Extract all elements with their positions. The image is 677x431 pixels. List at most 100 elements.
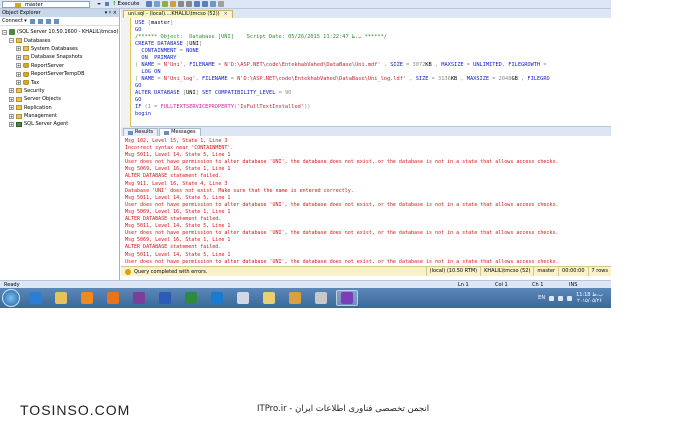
taskbar-button[interactable] <box>154 290 176 306</box>
uncomment-icon[interactable] <box>185 1 192 7</box>
status-ch: Ch 1 <box>532 281 544 288</box>
taskbar-button[interactable] <box>128 290 150 306</box>
comment-icon[interactable] <box>177 1 184 7</box>
tree-item[interactable]: + ReportServer <box>0 62 119 70</box>
code-line: CONTAINMENT = NONE <box>141 48 199 54</box>
message-line: ALTER DATABASE statement failed. <box>125 216 222 223</box>
tree-item-label: Tax <box>31 79 40 86</box>
tree-item[interactable]: − Databases <box>0 36 119 44</box>
code-line: USE [master] <box>135 20 174 26</box>
database-icon <box>23 80 29 86</box>
volume-icon[interactable] <box>558 295 564 301</box>
collapse-icon[interactable]: − <box>9 38 14 44</box>
taskbar-button[interactable] <box>310 290 332 306</box>
database-combo[interactable]: master <box>2 0 90 8</box>
tree-item[interactable]: + Database Snapshots <box>0 53 119 61</box>
pane-controls[interactable]: ▾ ♯ × <box>105 9 117 17</box>
message-line: User does not have permission to alter d… <box>125 230 559 237</box>
expand-icon[interactable]: + <box>9 96 14 102</box>
tree-item[interactable]: + Tax <box>0 78 119 86</box>
code-line: ( NAME = N'Uni_log', FILENAME = N'D:\ASP… <box>135 76 550 82</box>
taskbar-button[interactable] <box>232 290 254 306</box>
folder-icon <box>263 292 275 304</box>
collapse-icon[interactable]: − <box>2 29 7 35</box>
results-file-icon[interactable] <box>169 1 176 7</box>
dropdown-arrow-icon[interactable] <box>96 1 102 7</box>
tree-item-label: ReportServerTempDB <box>31 71 85 78</box>
tree-item[interactable]: + Security <box>0 87 119 95</box>
connect-button[interactable]: Connect ▾ <box>2 18 27 24</box>
message-line: Msg 5069, Level 16, State 1, Line 1 <box>125 166 231 173</box>
document-tab-uni-sql[interactable]: uni.sql - (local)....KHALIL\tmcso (52)) … <box>123 10 233 18</box>
expand-icon[interactable]: + <box>16 63 21 69</box>
taskbar-button[interactable] <box>206 290 228 306</box>
tree-item-label: ReportServer <box>31 62 64 69</box>
code-line: ( NAME = N'Uni', FILENAME = N'D:\ASP.NET… <box>135 62 547 68</box>
tree-item[interactable]: − (SQL Server 10.50.1600 - KHALIL\tmcso) <box>0 28 119 36</box>
network-icon[interactable] <box>549 295 555 301</box>
sql-code-area[interactable]: USE [master] GO/****** Object: Database [… <box>121 18 611 127</box>
outdent-icon[interactable] <box>201 1 208 7</box>
start-button[interactable] <box>2 289 20 307</box>
results-text-icon[interactable] <box>161 1 168 7</box>
taskbar-button[interactable] <box>180 290 202 306</box>
message-line: Msg 5011, Level 14, State 5, Line 1 <box>125 152 231 159</box>
tab-messages[interactable]: Messages <box>159 128 201 136</box>
ie-icon <box>29 292 41 304</box>
filter-icon[interactable] <box>45 18 51 24</box>
warning-icon <box>125 268 131 275</box>
tree-item[interactable]: + Management <box>0 112 119 120</box>
refresh-icon[interactable] <box>53 18 59 24</box>
tree-item[interactable]: + ReportServerTempDB <box>0 70 119 78</box>
taskbar-button[interactable] <box>24 290 46 306</box>
folder-icon <box>16 96 22 102</box>
flag-icon[interactable] <box>567 295 573 301</box>
code-line: GO <box>135 83 142 89</box>
connect-icon[interactable] <box>29 18 35 24</box>
message-line: ALTER DATABASE statement failed. <box>125 173 222 180</box>
parse-icon[interactable] <box>145 1 152 7</box>
tree-item-label: Database Snapshots <box>31 54 83 61</box>
execute-button[interactable]: ! Execute <box>113 1 140 7</box>
results-tab-label: Messages <box>171 129 196 135</box>
expand-icon[interactable]: + <box>9 121 14 127</box>
tree-item[interactable]: + System Databases <box>0 45 119 53</box>
tree-item[interactable]: + Server Objects <box>0 95 119 103</box>
message-line: Msg 102, Level 15, State 1, Line 3 <box>125 138 228 144</box>
tree-item[interactable]: + Replication <box>0 104 119 112</box>
visual-studio-icon <box>341 292 353 304</box>
tools-icon[interactable] <box>217 1 224 7</box>
taskbar-button[interactable] <box>102 290 124 306</box>
debug-icon[interactable] <box>104 1 110 7</box>
close-tab-icon[interactable]: × <box>224 11 228 18</box>
status-bar: Ready Ln 1 Col 1 Ch 1 INS <box>0 280 611 288</box>
expand-icon[interactable]: + <box>9 88 14 94</box>
language-indicator[interactable]: EN <box>538 295 545 301</box>
clock[interactable]: 11:18 ب.ظ ۲۰۱۵/۰۵/۲۶ <box>576 292 603 304</box>
disconnect-icon[interactable] <box>37 18 43 24</box>
taskbar-button[interactable] <box>258 290 280 306</box>
taskbar-button[interactable] <box>50 290 72 306</box>
expand-icon[interactable]: + <box>9 105 14 111</box>
tree-item[interactable]: + SQL Server Agent <box>0 120 119 128</box>
specify-values-icon[interactable] <box>209 1 216 7</box>
taskbar-button[interactable] <box>76 290 98 306</box>
expand-icon[interactable]: + <box>16 54 21 60</box>
tab-results[interactable]: Results <box>123 128 159 136</box>
expand-icon[interactable]: + <box>9 113 14 119</box>
indent-icon[interactable] <box>193 1 200 7</box>
results-grid-icon[interactable] <box>153 1 160 7</box>
query-status-bar: Query completed with errors. (local) (10… <box>121 266 611 276</box>
object-explorer-title: Object Explorer <box>2 10 41 16</box>
editor-gutter <box>121 18 131 127</box>
taskbar-button[interactable] <box>336 290 358 306</box>
folder-explorer-icon <box>55 292 67 304</box>
message-line: Msg 5011, Level 14, State 5, Line 1 <box>125 194 231 201</box>
main-toolbar: master ! Execute <box>0 0 611 9</box>
taskbar-button[interactable] <box>284 290 306 306</box>
expand-icon[interactable]: + <box>16 46 21 52</box>
expand-icon[interactable]: + <box>16 80 21 86</box>
expand-icon[interactable]: + <box>16 71 21 77</box>
code-line: CREATE DATABASE [UNI] <box>135 41 203 47</box>
message-line: User does not have permission to alter d… <box>125 258 559 265</box>
